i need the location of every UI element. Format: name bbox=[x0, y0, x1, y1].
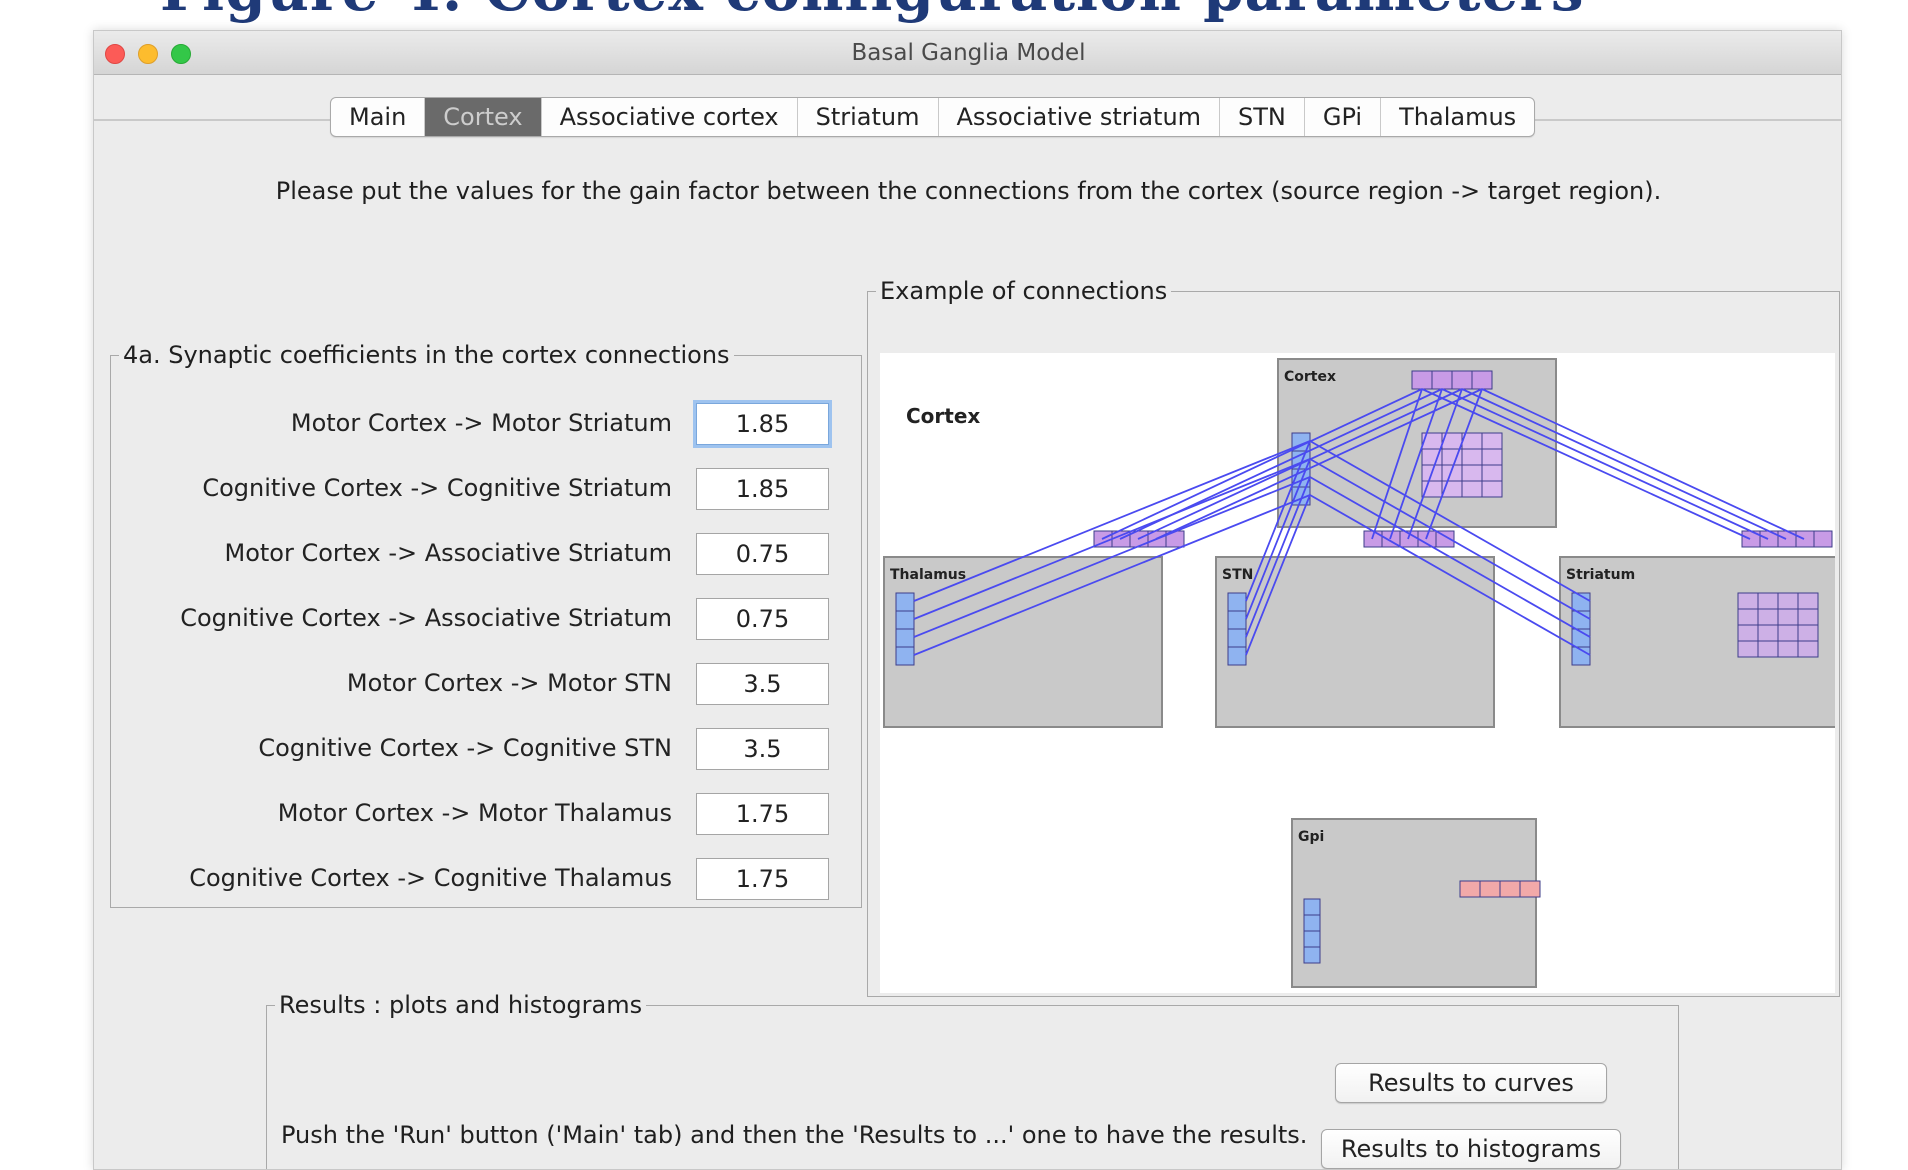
title-bar: Basal Ganglia Model bbox=[94, 31, 1841, 75]
results-to-curves-button[interactable]: Results to curves bbox=[1335, 1063, 1607, 1103]
tab-thalamus[interactable]: Thalamus bbox=[1381, 98, 1534, 136]
gpi-cognitive-cell bbox=[1479, 880, 1501, 898]
striatum-associative-cell bbox=[1777, 624, 1799, 642]
results-legend: Results : plots and histograms bbox=[279, 991, 643, 1019]
results-to-histograms-button[interactable]: Results to histograms bbox=[1321, 1129, 1621, 1169]
striatum-cognitive-cell bbox=[1813, 530, 1833, 548]
cortex-associative-cell bbox=[1421, 480, 1443, 498]
striatum-associative-cell bbox=[1757, 640, 1779, 658]
coefficient-label: Cognitive Cortex -> Cognitive Thalamus bbox=[189, 864, 672, 892]
results-instructions: Push the 'Run' button ('Main' tab) and t… bbox=[281, 1121, 1308, 1149]
striatum-associative-cell bbox=[1777, 608, 1799, 626]
cortex-associative-cell bbox=[1481, 480, 1503, 498]
coefficient-label: Motor Cortex -> Motor Striatum bbox=[290, 409, 672, 437]
coefficient-input[interactable] bbox=[696, 468, 829, 510]
coefficient-label: Cognitive Cortex -> Associative Striatum bbox=[180, 604, 672, 632]
thalamus-motor-cell bbox=[895, 628, 915, 648]
tab-stn[interactable]: STN bbox=[1220, 98, 1305, 136]
gpi-motor-cell bbox=[1303, 914, 1321, 932]
cortex-cognitive-cell bbox=[1411, 370, 1433, 390]
thalamus-motor-cell bbox=[895, 592, 915, 612]
tab-associative-striatum[interactable]: Associative striatum bbox=[939, 98, 1221, 136]
striatum-associative-cell bbox=[1797, 624, 1819, 642]
coefficient-label: Motor Cortex -> Motor STN bbox=[346, 669, 672, 697]
app-window: Basal Ganglia Model Main Cortex Associativ… bbox=[93, 30, 1842, 1170]
connection-diagram-svg: Cortex Cortex Thalamus STN Striatum Gpi bbox=[883, 358, 1837, 988]
stn-motor-cell bbox=[1227, 610, 1247, 630]
tab-main[interactable]: Main bbox=[331, 98, 426, 136]
striatum-cognitive-cell bbox=[1795, 530, 1815, 548]
window-title: Basal Ganglia Model bbox=[851, 40, 1086, 66]
stn-motor-cell bbox=[1227, 592, 1247, 612]
gpi-motor-cell bbox=[1303, 930, 1321, 948]
gpi-motor-cell bbox=[1303, 898, 1321, 916]
coefficient-input[interactable] bbox=[696, 858, 829, 900]
tab-cortex[interactable]: Cortex bbox=[425, 98, 542, 136]
coefficient-input[interactable] bbox=[696, 598, 829, 640]
cortex-associative-cell bbox=[1481, 448, 1503, 466]
cortex-associative-cell bbox=[1461, 480, 1483, 498]
striatum-associative-cell bbox=[1757, 624, 1779, 642]
example-connections-legend: Example of connections bbox=[880, 277, 1168, 305]
striatum-associative-cell bbox=[1777, 592, 1799, 610]
stn-label: STN bbox=[1222, 567, 1253, 583]
thalamus-motor-cell bbox=[895, 646, 915, 666]
cortex-cognitive-cell bbox=[1431, 370, 1453, 390]
cortex-associative-cell bbox=[1461, 464, 1483, 482]
tab-gpi[interactable]: GPi bbox=[1305, 98, 1382, 136]
results-group: Results : plots and histograms Push the … bbox=[266, 991, 1679, 1169]
cortex-associative-cell bbox=[1481, 464, 1503, 482]
example-connections-group: Example of connections Cortex Cortex Tha… bbox=[867, 277, 1840, 997]
thalamus-label: Thalamus bbox=[890, 567, 966, 583]
striatum-label: Striatum bbox=[1566, 567, 1635, 583]
striatum-associative-cell bbox=[1777, 640, 1799, 658]
striatum-associative-cell bbox=[1737, 624, 1759, 642]
gpi-region: Gpi bbox=[1291, 818, 1537, 988]
gpi-cognitive-cell bbox=[1459, 880, 1481, 898]
striatum-associative-cell bbox=[1757, 592, 1779, 610]
coefficient-input[interactable] bbox=[696, 728, 829, 770]
synaptic-coefficients-legend: 4a. Synaptic coefficients in the cortex … bbox=[123, 341, 730, 369]
thalamus-region: Thalamus bbox=[883, 556, 1163, 728]
coefficient-label: Cognitive Cortex -> Cognitive Striatum bbox=[202, 474, 672, 502]
diagram-heading: Cortex bbox=[906, 404, 980, 428]
cortex-label: Cortex bbox=[1284, 369, 1336, 385]
stn-motor-cell bbox=[1227, 646, 1247, 666]
striatum-associative-cell bbox=[1797, 592, 1819, 610]
tab-striatum[interactable]: Striatum bbox=[798, 98, 939, 136]
coefficient-input[interactable] bbox=[696, 793, 829, 835]
tab-bar: Main Cortex Associative cortex Striatum Asso… bbox=[330, 97, 1536, 137]
slide-heading-cropped: Figure 4. Cortex configuration parameter… bbox=[160, 0, 1585, 24]
tab-associative-cortex[interactable]: Associative cortex bbox=[542, 98, 798, 136]
cortex-cognitive-cell bbox=[1471, 370, 1493, 390]
instructions-text: Please put the values for the gain facto… bbox=[275, 177, 1662, 205]
stn-region: STN bbox=[1215, 556, 1495, 728]
coefficient-input[interactable] bbox=[696, 663, 829, 705]
striatum-associative-cell bbox=[1737, 640, 1759, 658]
coefficient-input[interactable] bbox=[696, 533, 829, 575]
gpi-motor-cell bbox=[1303, 946, 1321, 964]
coefficient-label: Motor Cortex -> Associative Striatum bbox=[224, 539, 672, 567]
cortex-associative-cell bbox=[1461, 448, 1483, 466]
striatum-associative-cell bbox=[1737, 608, 1759, 626]
stn-motor-cell bbox=[1227, 628, 1247, 648]
coefficient-label: Motor Cortex -> Motor Thalamus bbox=[277, 799, 672, 827]
striatum-associative-cell bbox=[1797, 608, 1819, 626]
coefficient-input[interactable] bbox=[696, 403, 829, 445]
gpi-cognitive-cell bbox=[1519, 880, 1541, 898]
cortex-cognitive-cell bbox=[1451, 370, 1473, 390]
gpi-cognitive-cell bbox=[1499, 880, 1521, 898]
striatum-associative-cell bbox=[1757, 608, 1779, 626]
gpi-label: Gpi bbox=[1298, 829, 1324, 845]
striatum-associative-cell bbox=[1797, 640, 1819, 658]
connection-diagram: Cortex Cortex Thalamus STN Striatum Gpi bbox=[880, 353, 1837, 993]
striatum-associative-cell bbox=[1737, 592, 1759, 610]
cortex-associative-cell bbox=[1481, 432, 1503, 450]
coefficient-label: Cognitive Cortex -> Cognitive STN bbox=[258, 734, 672, 762]
thalamus-motor-cell bbox=[895, 610, 915, 630]
synaptic-coefficients-group: 4a. Synaptic coefficients in the cortex … bbox=[110, 341, 862, 908]
